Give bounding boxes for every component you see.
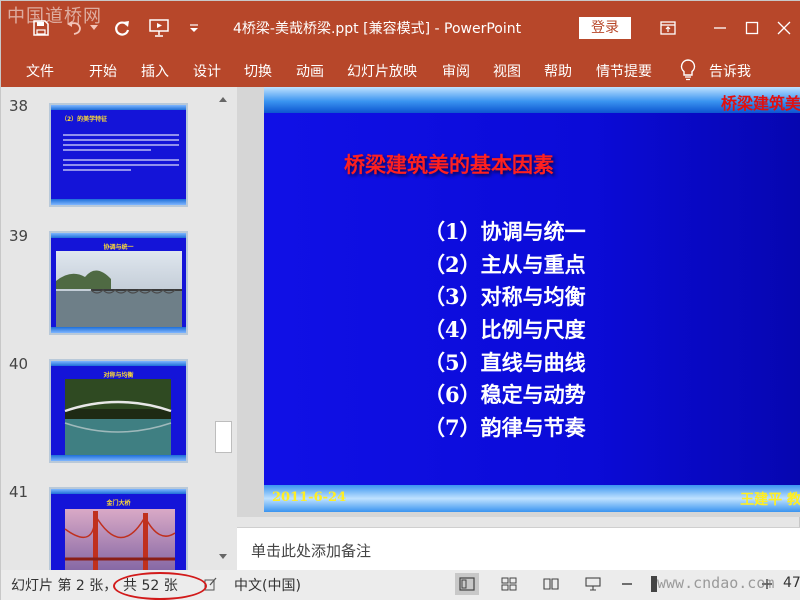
undo-dropdown-icon[interactable] — [87, 15, 101, 41]
thumbnail-scrollbar[interactable] — [213, 90, 233, 568]
tab-slideshow[interactable]: 幻灯片放映 — [347, 61, 417, 81]
notes-placeholder: 单击此处添加备注 — [251, 542, 372, 560]
slide-list-item: （4）比例与尺度 — [424, 317, 586, 343]
thumb-footer-band — [51, 327, 186, 333]
zoom-out-icon[interactable] — [615, 573, 639, 595]
slide-position-text: 幻灯片 第 2 张， — [11, 578, 118, 594]
tab-home[interactable]: 开始 — [89, 61, 117, 81]
thumb-bridge-photo — [56, 251, 182, 329]
slide-thumbnail-pane: 38 （2）的美学特征 39 协调与统一 40 对称与均衡 41 金门大桥 — [1, 87, 211, 570]
tab-design[interactable]: 设计 — [193, 61, 221, 81]
tab-insert[interactable]: 插入 — [141, 61, 169, 81]
slide-footer-author: 王建平 教 — [740, 492, 800, 508]
scrollbar-thumb[interactable] — [215, 421, 232, 453]
slide-list-item: （3）对称与均衡 — [424, 284, 586, 310]
slideshow-from-start-icon[interactable] — [145, 15, 173, 41]
thumb-text-lines — [63, 134, 179, 171]
thumb-golden-gate-photo — [64, 509, 176, 570]
slide-list-item: （1）协调与统一 — [424, 219, 586, 244]
slide-header-band — [264, 87, 800, 113]
save-icon[interactable] — [29, 15, 53, 41]
language-indicator[interactable]: 中文(中国) — [234, 575, 301, 595]
thumbnail-number: 40 — [9, 355, 29, 373]
slide-thumbnail-40[interactable]: 对称与均衡 — [49, 359, 188, 463]
tab-storyboarding[interactable]: 情节提要 — [596, 61, 652, 81]
red-highlight-circle — [113, 572, 207, 600]
slide-sorter-icon[interactable] — [497, 573, 521, 595]
slide-footer-date: 2011-6-24 — [272, 490, 347, 505]
ribbon-display-options-icon[interactable] — [653, 14, 683, 42]
slide-list-item: （5）直线与曲线 — [424, 349, 586, 375]
slide-title[interactable]: 桥梁建筑美的基本因素 — [344, 149, 554, 179]
tab-transitions[interactable]: 切换 — [244, 61, 272, 81]
normal-view-icon[interactable] — [455, 573, 479, 595]
undo-icon[interactable] — [63, 15, 87, 41]
slideshow-view-icon[interactable] — [581, 573, 605, 595]
tab-help[interactable]: 帮助 — [544, 61, 572, 81]
slide-thumbnail-39[interactable]: 协调与统一 — [49, 231, 188, 335]
thumbnail-number: 39 — [9, 227, 29, 245]
redo-icon[interactable] — [109, 15, 135, 41]
thumbnail-number: 38 — [9, 97, 29, 115]
slide-list-item: （2）主从与重点 — [424, 251, 586, 277]
scroll-down-icon[interactable] — [215, 549, 231, 565]
site-watermark: www.cndao.com — [657, 574, 775, 592]
tab-animations[interactable]: 动画 — [296, 61, 324, 81]
tab-file[interactable]: 文件 — [26, 61, 54, 81]
tell-me-search[interactable]: 告诉我 — [709, 61, 751, 81]
slide-thumbnail-41[interactable]: 金门大桥 — [49, 487, 188, 570]
thumbnail-number: 41 — [9, 483, 29, 501]
slide-list-item: （7）韵律与节奏 — [424, 415, 586, 441]
thumb-arch-bridge-photo — [64, 379, 172, 455]
sign-in-button[interactable]: 登录 — [579, 17, 631, 39]
tab-review[interactable]: 审阅 — [442, 61, 470, 81]
lightbulb-icon — [679, 59, 697, 85]
thumb-footer-band — [51, 199, 186, 205]
maximize-icon[interactable] — [737, 14, 767, 42]
notes-pane[interactable]: 单击此处添加备注 — [237, 527, 800, 570]
close-icon[interactable] — [769, 14, 799, 42]
reading-view-icon[interactable] — [539, 573, 563, 595]
minimize-icon[interactable] — [705, 14, 735, 42]
slide-bullet-list[interactable]: （1）协调与统一 （2）主从与重点 （3）对称与均衡 （4）比例与尺度 （5）直… — [424, 216, 586, 445]
slide-header-text: 桥梁建筑美 — [720, 94, 800, 113]
customize-toolbar-icon[interactable] — [185, 15, 203, 41]
tab-view[interactable]: 视图 — [493, 61, 521, 81]
current-slide[interactable]: 桥梁建筑美 桥梁建筑美的基本因素 （1）协调与统一 （2）主从与重点 （3）对称… — [264, 87, 800, 512]
thumb-footer-band — [51, 455, 186, 461]
document-title: 4桥梁-美哉桥梁.ppt [兼容模式] - PowerPoint — [233, 21, 522, 37]
zoom-level[interactable]: 47 — [783, 575, 800, 591]
scroll-up-icon[interactable] — [215, 92, 231, 108]
slide-thumbnail-38[interactable]: （2）的美学特征 — [49, 103, 188, 207]
slide-list-item: （6）稳定与动势 — [424, 382, 586, 408]
title-bar: 中国道桥网 4桥梁-美哉桥梁.ppt [兼容模式] - PowerPoint 登… — [1, 1, 800, 55]
